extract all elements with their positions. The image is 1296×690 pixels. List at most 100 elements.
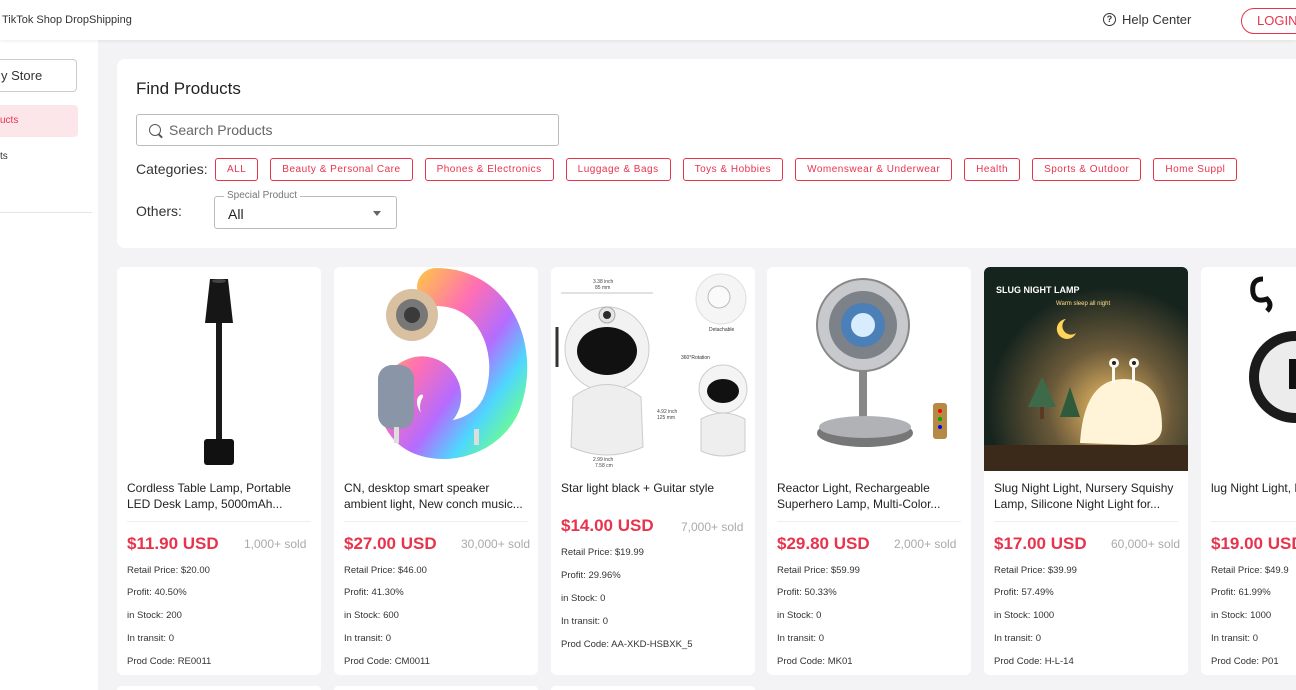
category-chip-sports[interactable]: Sports & Outdoor bbox=[1032, 158, 1142, 181]
product-title[interactable]: lug Night Light, Lamp, Silicone N bbox=[1211, 480, 1296, 496]
product-image-reactor-light[interactable] bbox=[767, 267, 971, 471]
stock: in Stock: 1000 bbox=[994, 610, 1055, 621]
others-label: Others: bbox=[136, 203, 182, 219]
in-transit: In transit: 0 bbox=[344, 633, 391, 644]
profit: Profit: 40.50% bbox=[127, 587, 187, 598]
product-card[interactable]: SLUG NIGHT LAMP Warm sleep all night Slu… bbox=[984, 267, 1188, 675]
stock: in Stock: 0 bbox=[561, 593, 606, 604]
prod-code: Prod Code: MK01 bbox=[777, 656, 853, 667]
in-transit: In transit: 0 bbox=[127, 633, 174, 644]
product-card[interactable]: lug Night Light, Lamp, Silicone N $19.00… bbox=[1201, 267, 1296, 675]
sidebar-item-find-products[interactable]: ucts bbox=[0, 105, 78, 137]
category-chip-beauty[interactable]: Beauty & Personal Care bbox=[270, 158, 413, 181]
product-image-slug-night-light[interactable]: SLUG NIGHT LAMP Warm sleep all night bbox=[984, 267, 1188, 471]
sidebar-item-products[interactable]: ts bbox=[0, 151, 8, 162]
chevron-down-icon bbox=[373, 211, 381, 216]
search-box[interactable] bbox=[136, 114, 559, 146]
product-card[interactable]: 3.38 inch 85 mm Detachable 360°Rotation … bbox=[551, 267, 755, 675]
product-title[interactable]: Star light black + Guitar style bbox=[561, 480, 749, 496]
product-title[interactable]: Reactor Light, Rechargeable Superhero La… bbox=[777, 480, 965, 512]
categories-label: Categories: bbox=[136, 161, 208, 177]
product-title[interactable]: Slug Night Light, Nursery Squishy Lamp, … bbox=[994, 480, 1182, 512]
special-product-label: Special Product bbox=[224, 190, 301, 201]
category-chip-all[interactable]: ALL bbox=[215, 158, 259, 181]
in-transit: In transit: 0 bbox=[1211, 633, 1258, 644]
sidebar-my-store-button[interactable]: y Store bbox=[0, 59, 77, 92]
retail-price: Retail Price: $59.99 bbox=[777, 565, 860, 576]
product-card[interactable]: Cordless Table Lamp, Portable LED Desk L… bbox=[117, 267, 321, 675]
card-divider bbox=[994, 521, 1178, 522]
category-chip-health[interactable]: Health bbox=[964, 158, 1021, 181]
next-row-card bbox=[551, 686, 755, 690]
help-center-link[interactable]: ? Help Center bbox=[1103, 12, 1191, 27]
prod-code: Prod Code: P01 bbox=[1211, 656, 1279, 667]
next-row-card bbox=[334, 686, 538, 690]
profit: Profit: 57.49% bbox=[994, 587, 1054, 598]
astro-height-mm: 125 mm bbox=[657, 415, 675, 421]
product-card[interactable]: CN, desktop smart speaker ambient light,… bbox=[334, 267, 538, 675]
prod-code: Prod Code: H-L-14 bbox=[994, 656, 1074, 667]
card-divider bbox=[777, 521, 961, 522]
astro-width-mm: 85 mm bbox=[595, 285, 610, 291]
category-chip-toys[interactable]: Toys & Hobbies bbox=[682, 158, 784, 181]
product-price: $11.90 USD bbox=[127, 534, 219, 553]
prod-code: Prod Code: AA-XKD-HSBXK_5 bbox=[561, 639, 693, 650]
retail-price: Retail Price: $19.99 bbox=[561, 547, 644, 558]
card-divider bbox=[344, 521, 528, 522]
category-chip-luggage[interactable]: Luggage & Bags bbox=[565, 158, 671, 181]
product-price: $14.00 USD bbox=[561, 516, 654, 535]
retail-price: Retail Price: $49.9 bbox=[1211, 565, 1289, 576]
prod-code: Prod Code: CM0011 bbox=[344, 656, 430, 667]
login-button[interactable]: LOGIN bbox=[1241, 8, 1296, 34]
product-image-clock[interactable] bbox=[1201, 267, 1296, 471]
in-transit: In transit: 0 bbox=[777, 633, 824, 644]
sidebar-divider bbox=[0, 212, 92, 213]
help-center-label: Help Center bbox=[1122, 12, 1192, 27]
product-price: $19.00 USD bbox=[1211, 534, 1296, 553]
category-chip-womenswear[interactable]: Womenswear & Underwear bbox=[795, 158, 953, 181]
astro-rotation-label: 360°Rotation bbox=[681, 355, 710, 361]
product-price: $17.00 USD bbox=[994, 534, 1087, 553]
top-bar: TikTok Shop DropShipping ? Help Center L… bbox=[0, 0, 1296, 40]
slug-image-subtitle: Warm sleep all night bbox=[1056, 301, 1110, 307]
product-image-conch-speaker[interactable] bbox=[334, 267, 538, 471]
retail-price: Retail Price: $20.00 bbox=[127, 565, 210, 576]
product-image-astronaut-projector[interactable]: 3.38 inch 85 mm Detachable 360°Rotation … bbox=[551, 267, 755, 471]
astro-detach-label: Detachable bbox=[709, 327, 735, 333]
next-row-card bbox=[117, 686, 321, 690]
stock: in Stock: 200 bbox=[127, 610, 182, 621]
astro-base-cm: 7.58 cm bbox=[595, 463, 613, 469]
sold-count: 2,000+ sold bbox=[894, 537, 957, 551]
product-card[interactable]: Reactor Light, Rechargeable Superhero La… bbox=[767, 267, 971, 675]
product-title[interactable]: Cordless Table Lamp, Portable LED Desk L… bbox=[127, 480, 315, 512]
profit: Profit: 50.33% bbox=[777, 587, 837, 598]
profit: Profit: 29.96% bbox=[561, 570, 621, 581]
category-chips: ALL Beauty & Personal Care Phones & Elec… bbox=[215, 158, 1238, 181]
card-divider bbox=[1211, 521, 1296, 522]
in-transit: In transit: 0 bbox=[561, 616, 608, 627]
slug-image-title: SLUG NIGHT LAMP bbox=[996, 285, 1080, 295]
category-chip-phones[interactable]: Phones & Electronics bbox=[424, 158, 554, 181]
brand-name[interactable]: TikTok Shop DropShipping bbox=[2, 14, 132, 26]
product-title[interactable]: CN, desktop smart speaker ambient light,… bbox=[344, 480, 532, 512]
stock: in Stock: 0 bbox=[777, 610, 822, 621]
in-transit: In transit: 0 bbox=[994, 633, 1041, 644]
product-image-table-lamp[interactable] bbox=[117, 267, 321, 471]
sold-count: 60,000+ sold bbox=[1111, 537, 1181, 551]
stock: in Stock: 1000 bbox=[1211, 610, 1272, 621]
stock: in Stock: 600 bbox=[344, 610, 399, 621]
sold-count: 1,000+ sold bbox=[244, 537, 307, 551]
card-divider bbox=[127, 521, 311, 522]
find-products-panel: Find Products Categories: ALL Beauty & P… bbox=[117, 59, 1296, 248]
category-chip-home[interactable]: Home Suppl bbox=[1153, 158, 1238, 181]
prod-code: Prod Code: RE0011 bbox=[127, 656, 212, 667]
retail-price: Retail Price: $39.99 bbox=[994, 565, 1077, 576]
special-product-select[interactable]: Special Product All bbox=[214, 190, 397, 229]
sold-count: 7,000+ sold bbox=[681, 520, 744, 534]
retail-price: Retail Price: $46.00 bbox=[344, 565, 427, 576]
sidebar: y Store ucts ts bbox=[0, 40, 98, 690]
product-price: $29.80 USD bbox=[777, 534, 870, 553]
question-icon: ? bbox=[1103, 13, 1116, 26]
page-title: Find Products bbox=[136, 79, 241, 98]
search-input[interactable] bbox=[169, 122, 549, 138]
